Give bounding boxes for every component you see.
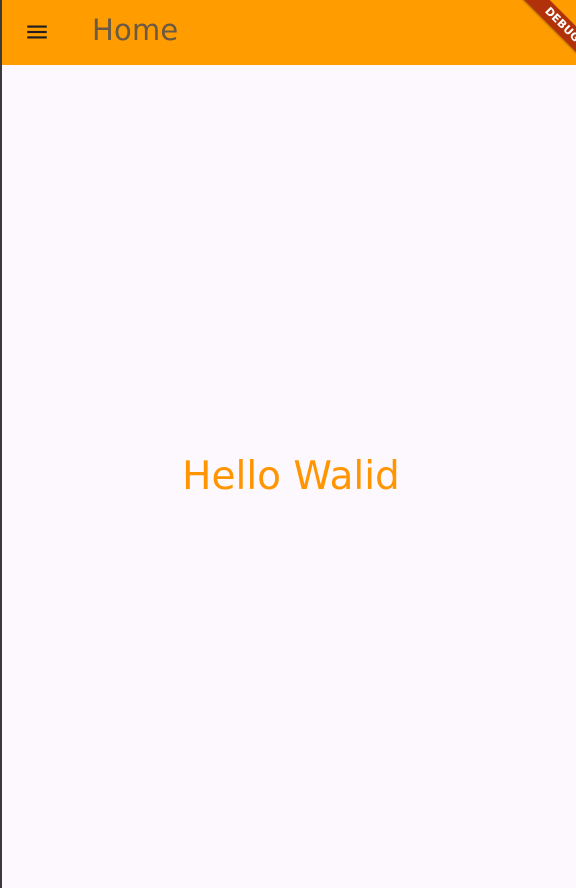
app-screen: Home DEBUG Hello Walid [0,0,576,888]
app-bar: Home [2,0,576,65]
menu-button[interactable] [14,9,60,55]
main-content: Hello Walid [2,65,576,888]
greeting-text: Hello Walid [182,453,400,499]
menu-icon [27,25,47,39]
page-title: Home [92,13,179,47]
